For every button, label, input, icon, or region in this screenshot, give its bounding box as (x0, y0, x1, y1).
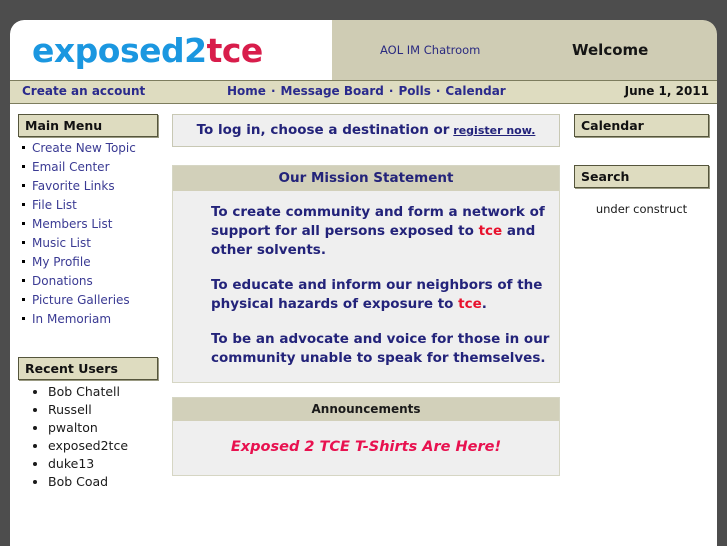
sidebar-item-email-center[interactable]: Email Center (32, 160, 110, 174)
login-prompt-bar: To log in, choose a destination or regis… (172, 114, 560, 147)
mission-statement-header: Our Mission Statement (173, 166, 559, 191)
welcome-text: Welcome (572, 41, 649, 59)
current-date: June 1, 2011 (624, 84, 709, 98)
sidebar-item-in-memoriam[interactable]: In Memoriam (32, 312, 111, 326)
main-menu-header: Main Menu (18, 114, 158, 137)
page-container: exposed2tce AOL IM Chatroom Welcome Crea… (10, 20, 717, 546)
recent-users-header: Recent Users (18, 357, 158, 380)
list-item[interactable]: In Memoriam (22, 312, 166, 326)
list-item[interactable]: My Profile (22, 255, 166, 269)
nav-separator: · (435, 84, 441, 98)
list-item[interactable]: duke13 (48, 456, 166, 471)
search-status-note: under construct (595, 202, 688, 216)
search-header: Search (574, 165, 709, 188)
sidebar-item-donations[interactable]: Donations (32, 274, 93, 288)
sidebar-item-file-list[interactable]: File List (32, 198, 77, 212)
sidebar-item-music-list[interactable]: Music List (32, 236, 91, 250)
mission-text: . (481, 296, 487, 312)
site-header: exposed2tce AOL IM Chatroom Welcome (10, 20, 717, 80)
mission-text: To educate and inform our neighbors of t… (211, 277, 543, 312)
announcements-header: Announcements (173, 398, 559, 421)
header-right-panel: AOL IM Chatroom Welcome (332, 20, 717, 80)
logo-suffix: tce (206, 30, 264, 70)
list-item[interactable]: Bob Coad (48, 474, 166, 489)
main-menu-list: Create New Topic Email Center Favorite L… (10, 141, 166, 326)
register-now-link[interactable]: register now. (453, 124, 535, 137)
list-item[interactable]: Members List (22, 217, 166, 231)
mission-statement-body: To create community and form a network o… (173, 191, 559, 382)
list-item[interactable]: Picture Galleries (22, 293, 166, 307)
list-item[interactable]: Favorite Links (22, 179, 166, 193)
nav-left-group: Create an account (22, 84, 145, 98)
list-item[interactable]: Music List (22, 236, 166, 250)
list-item[interactable]: Russell (48, 402, 166, 417)
sidebar-item-my-profile[interactable]: My Profile (32, 255, 91, 269)
right-sidebar: Calendar Search under construct (566, 104, 717, 546)
sidebar-item-favorite-links[interactable]: Favorite Links (32, 179, 115, 193)
nav-separator: · (388, 84, 394, 98)
nav-link-calendar[interactable]: Calendar (445, 84, 505, 98)
list-item[interactable]: Bob Chatell (48, 384, 166, 399)
announcements-body: Exposed 2 TCE T-Shirts Are Here! (173, 421, 559, 475)
tce-highlight: tce (458, 296, 482, 312)
logo-box: exposed2tce (10, 20, 332, 80)
site-logo[interactable]: exposed2tce (32, 31, 263, 70)
sidebar-item-picture-galleries[interactable]: Picture Galleries (32, 293, 130, 307)
aol-chatroom-link[interactable]: AOL IM Chatroom (380, 43, 480, 57)
create-account-link[interactable]: Create an account (22, 84, 145, 98)
mission-paragraph: To educate and inform our neighbors of t… (211, 276, 559, 314)
list-item[interactable]: exposed2tce (48, 438, 166, 453)
left-sidebar: Main Menu Create New Topic Email Center … (10, 104, 166, 546)
tce-highlight: tce (478, 223, 503, 239)
list-item[interactable]: File List (22, 198, 166, 212)
body-area: Main Menu Create New Topic Email Center … (10, 104, 717, 546)
nav-links-group: Home · Message Board · Polls · Calendar (227, 84, 506, 98)
sidebar-item-members-list[interactable]: Members List (32, 217, 112, 231)
navigation-bar: Create an account Home · Message Board · Pol… (10, 80, 717, 104)
mission-text: To be an advocate and voice for those in… (211, 331, 550, 366)
list-item[interactable]: Donations (22, 274, 166, 288)
nav-separator: · (270, 84, 276, 98)
logo-prefix: exposed2 (32, 30, 207, 70)
list-item[interactable]: Email Center (22, 160, 166, 174)
login-prompt-text: To log in, choose a destination or (196, 122, 450, 138)
sidebar-item-create-new-topic[interactable]: Create New Topic (32, 141, 136, 155)
announcements-box: Announcements Exposed 2 TCE T-Shirts Are… (172, 397, 560, 476)
nav-link-polls[interactable]: Polls (398, 84, 430, 98)
list-item[interactable]: pwalton (48, 420, 166, 435)
main-content: To log in, choose a destination or regis… (166, 104, 566, 546)
mission-statement-box: Our Mission Statement To create communit… (172, 165, 560, 383)
nav-link-message-board[interactable]: Message Board (281, 84, 384, 98)
nav-link-home[interactable]: Home (227, 84, 266, 98)
mission-paragraph: To create community and form a network o… (211, 203, 559, 260)
calendar-header: Calendar (574, 114, 709, 137)
recent-users-list: Bob Chatell Russell pwalton exposed2tce … (10, 384, 166, 489)
list-item[interactable]: Create New Topic (22, 141, 166, 155)
mission-paragraph: To be an advocate and voice for those in… (211, 330, 559, 368)
announcement-headline[interactable]: Exposed 2 TCE T-Shirts Are Here! (173, 439, 559, 455)
